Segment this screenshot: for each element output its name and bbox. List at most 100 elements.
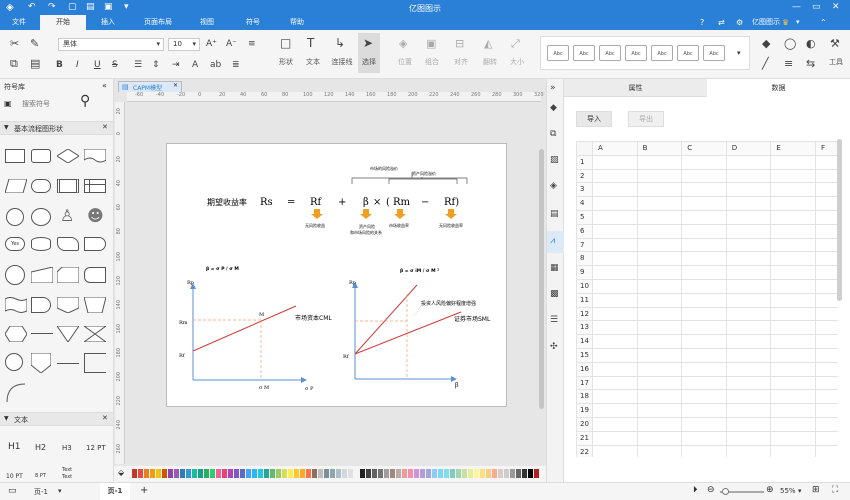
left-rf-label[interactable]: Rf [179,353,186,359]
style-preset-3[interactable]: Abc [599,45,621,61]
color-swatch[interactable] [348,469,353,478]
grid-cell[interactable] [593,431,638,446]
grid-cell[interactable] [816,404,838,418]
grid-cell[interactable] [771,211,816,225]
grid-cell[interactable] [637,266,683,280]
grid-cell[interactable] [593,293,638,308]
color-swatch[interactable] [414,469,419,478]
color-swatch[interactable] [312,469,317,478]
formula-lparen[interactable]: ( [386,197,390,208]
preparation-shape[interactable] [4,325,28,343]
note-riskfree2[interactable]: 无风险收益率 [439,222,463,228]
grid-cell[interactable] [726,266,772,280]
color-swatch[interactable] [228,469,233,478]
color-swatch[interactable] [162,469,167,478]
style-preset-6[interactable]: Abc [677,45,699,61]
delay-shape[interactable] [31,297,51,313]
grid-cell[interactable] [593,390,638,405]
color-swatch[interactable] [384,469,389,478]
note-market-return[interactable]: 市场收益率 [389,222,409,228]
arc-shape[interactable] [5,382,27,404]
tab-help[interactable]: 帮助 [280,15,314,30]
grid-cell[interactable] [637,376,683,391]
left-cml-label[interactable]: 市场资本CML [295,314,332,322]
grid-cell[interactable] [726,293,772,308]
grid-cell[interactable] [682,211,727,225]
fill-icon[interactable]: ◆ [762,38,770,49]
bold-icon[interactable]: B [56,60,63,71]
grid-cell[interactable] [682,238,727,253]
color-swatch[interactable] [234,469,239,478]
text-icon[interactable]: T [307,37,314,49]
tab-insert[interactable]: 插入 [86,15,130,30]
color-swatch[interactable] [306,469,311,478]
section-header-text[interactable]: ▼ 文本 ✕ [0,412,113,426]
list-icon[interactable]: ☰ [134,60,142,71]
close-section-icon[interactable]: ✕ [102,414,108,422]
grid-cell[interactable] [637,155,683,170]
tab-page-layout[interactable]: 页面布局 [134,15,182,30]
account-label[interactable]: 亿图图示 [752,17,780,27]
style-preset-1[interactable]: Abc [547,45,569,61]
section-header-shapes[interactable]: ▼ 基本流程图形状 ✕ [0,121,113,135]
grid-cell[interactable] [816,377,838,391]
formula-label[interactable]: 期望收益率 [207,197,247,207]
align-icon[interactable]: ≣ [232,60,240,71]
grid-cell[interactable] [638,445,683,457]
formula-eq[interactable]: = [287,197,295,208]
search-icon[interactable]: ⚲ [80,93,90,109]
grid-cell[interactable] [816,183,838,198]
share-icon[interactable]: ⇄ [718,17,725,28]
more-icon[interactable]: ▾ [124,2,129,13]
tab-properties[interactable]: 属性 [564,79,707,97]
page-layout-icon[interactable]: ▭ [8,486,17,496]
formula-rf[interactable]: Rf [310,197,323,208]
network-icon[interactable]: ✣ [550,342,558,353]
grid-cell[interactable] [726,252,772,267]
document-shape[interactable] [83,148,107,164]
line-color-icon[interactable]: ◯ [784,38,796,49]
column-header[interactable]: D [726,142,772,156]
grid-cell[interactable] [726,376,772,391]
color-swatch[interactable] [318,469,323,478]
chart-icon[interactable]: ⩘ [550,236,555,247]
zoom-value[interactable]: 55% [780,487,796,495]
grid-cell[interactable] [771,224,816,239]
row-header[interactable]: 18 [577,390,593,405]
grid-cell[interactable] [771,280,816,294]
color-swatch[interactable] [474,469,479,478]
grid-cell[interactable] [726,197,772,211]
align-objects-icon[interactable]: ⊟ [455,38,464,49]
grid-cell[interactable] [593,211,638,225]
chevron-down-icon[interactable]: ▾ [737,49,741,57]
flip-label[interactable]: 翻转 [477,57,503,67]
grid-cell[interactable] [682,362,727,377]
person-icon[interactable]: ♙ [60,206,74,225]
select-label[interactable]: 选择 [355,57,383,67]
grid-cell[interactable] [771,445,816,457]
grid-cell[interactable] [637,211,683,225]
offpage-ref-shape[interactable] [30,352,52,374]
row-header[interactable]: 14 [577,335,593,349]
line-shape[interactable] [31,333,53,334]
color-swatch[interactable] [366,469,371,478]
grid-cell[interactable] [816,280,838,294]
grid-cell[interactable] [593,418,638,432]
color-swatch[interactable] [534,469,539,478]
color-swatch[interactable] [138,469,143,478]
grid-cell[interactable] [637,169,683,184]
color-swatch[interactable] [186,469,191,478]
formula-beta[interactable]: β [363,197,369,208]
grid-cell[interactable] [682,390,727,405]
note-asset-beta-1[interactable]: 资产风险 [359,223,375,229]
grid-cell[interactable] [637,252,683,267]
color-swatch[interactable] [516,469,521,478]
close-tab-icon[interactable]: ✕ [173,82,178,89]
color-swatch[interactable] [168,469,173,478]
row-header[interactable]: 20 [577,418,593,432]
fill-icon[interactable]: ◆ [550,103,557,114]
color-swatch[interactable] [174,469,179,478]
note-asset-risk[interactable]: 资产风险溢价 [412,170,436,176]
grid-cell[interactable] [637,321,683,336]
tape-shape[interactable] [57,237,79,251]
